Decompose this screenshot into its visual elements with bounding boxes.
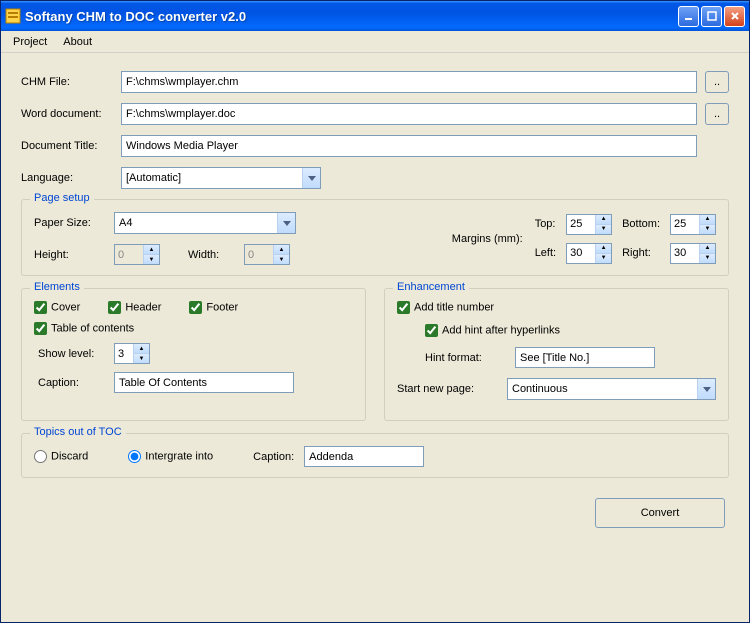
integrate-radio[interactable]	[128, 450, 141, 463]
chm-browse-button[interactable]: ..	[705, 71, 729, 93]
add-hint-checkbox[interactable]	[425, 324, 438, 337]
titlebar[interactable]: Softany CHM to DOC converter v2.0	[1, 1, 749, 31]
discard-radio-label[interactable]: Discard	[34, 450, 88, 463]
spin-down-icon[interactable]: ▼	[699, 254, 715, 263]
spin-down-icon[interactable]: ▼	[699, 225, 715, 234]
margin-left-input[interactable]	[567, 244, 595, 263]
header-checkbox-label[interactable]: Header	[108, 301, 161, 314]
maximize-button[interactable]	[701, 6, 722, 27]
spin-down-icon[interactable]: ▼	[595, 225, 611, 234]
width-spinner[interactable]: ▲▼	[244, 244, 290, 265]
toc-caption-input[interactable]	[114, 372, 294, 393]
paper-size-combo[interactable]: A4	[114, 212, 296, 234]
width-label: Width:	[188, 249, 236, 261]
menubar: Project About	[1, 31, 749, 53]
margin-left-spinner[interactable]: ▲▼	[566, 243, 612, 264]
start-new-page-label: Start new page:	[397, 383, 497, 395]
spin-up-icon[interactable]: ▲	[595, 215, 611, 225]
elements-group: Elements Cover Header Footer Table of co…	[21, 288, 366, 421]
spin-down-icon[interactable]: ▼	[595, 254, 611, 263]
hint-format-input[interactable]	[515, 347, 655, 368]
chevron-down-icon	[277, 213, 295, 233]
spin-down-icon[interactable]: ▼	[143, 255, 159, 264]
page-setup-legend: Page setup	[30, 192, 94, 204]
convert-button[interactable]: Convert	[595, 498, 725, 528]
height-input[interactable]	[115, 245, 143, 264]
margin-top-spinner[interactable]: ▲▼	[566, 214, 612, 235]
topics-out-legend: Topics out of TOC	[30, 426, 126, 438]
integrate-radio-label[interactable]: Intergrate into	[128, 450, 213, 463]
width-input[interactable]	[245, 245, 273, 264]
add-title-num-label[interactable]: Add title number	[397, 301, 494, 314]
language-combo[interactable]: [Automatic]	[121, 167, 321, 189]
show-level-spinner[interactable]: ▲▼	[114, 343, 150, 364]
margin-right-input[interactable]	[671, 244, 699, 263]
spin-up-icon[interactable]: ▲	[133, 344, 149, 354]
enhancement-group: Enhancement Add title number Add hint af…	[384, 288, 729, 421]
menu-about[interactable]: About	[55, 34, 100, 50]
footer-checkbox[interactable]	[189, 301, 202, 314]
header-checkbox[interactable]	[108, 301, 121, 314]
app-icon	[5, 8, 21, 24]
window-title: Softany CHM to DOC converter v2.0	[25, 9, 678, 24]
start-new-page-value: Continuous	[508, 383, 697, 395]
margins-label: Margins (mm):	[452, 233, 523, 245]
discard-radio[interactable]	[34, 450, 47, 463]
margin-bottom-label: Bottom:	[622, 218, 660, 230]
word-browse-button[interactable]: ..	[705, 103, 729, 125]
hint-format-label: Hint format:	[425, 352, 505, 364]
spin-up-icon[interactable]: ▲	[699, 244, 715, 254]
spin-up-icon[interactable]: ▲	[699, 215, 715, 225]
margin-bottom-input[interactable]	[671, 215, 699, 234]
cover-checkbox[interactable]	[34, 301, 47, 314]
topic-caption-label: Caption:	[253, 451, 294, 463]
content-area: CHM File: .. Word document: .. Document …	[1, 53, 749, 622]
window-buttons	[678, 6, 745, 27]
page-setup-group: Page setup Paper Size: A4 Height: ▲▼ Wid…	[21, 199, 729, 276]
start-new-page-combo[interactable]: Continuous	[507, 378, 716, 400]
elements-legend: Elements	[30, 281, 84, 293]
show-level-label: Show level:	[34, 348, 104, 360]
height-label: Height:	[34, 249, 106, 261]
margin-top-label: Top:	[535, 218, 556, 230]
minimize-button[interactable]	[678, 6, 699, 27]
chevron-down-icon	[697, 379, 715, 399]
spin-up-icon[interactable]: ▲	[143, 245, 159, 255]
toc-checkbox-label[interactable]: Table of contents	[34, 322, 134, 335]
spin-up-icon[interactable]: ▲	[273, 245, 289, 255]
margin-right-label: Right:	[622, 247, 660, 259]
language-value: [Automatic]	[122, 172, 302, 184]
chm-file-label: CHM File:	[21, 76, 121, 88]
toc-checkbox[interactable]	[34, 322, 47, 335]
doc-title-input[interactable]	[121, 135, 697, 157]
word-doc-input[interactable]	[121, 103, 697, 125]
add-title-num-checkbox[interactable]	[397, 301, 410, 314]
toc-caption-label: Caption:	[34, 377, 104, 389]
doc-title-label: Document Title:	[21, 140, 121, 152]
margin-bottom-spinner[interactable]: ▲▼	[670, 214, 716, 235]
paper-size-value: A4	[115, 217, 277, 229]
close-button[interactable]	[724, 6, 745, 27]
margin-top-input[interactable]	[567, 215, 595, 234]
word-doc-label: Word document:	[21, 108, 121, 120]
language-label: Language:	[21, 172, 121, 184]
chm-file-input[interactable]	[121, 71, 697, 93]
menu-project[interactable]: Project	[5, 34, 55, 50]
margin-right-spinner[interactable]: ▲▼	[670, 243, 716, 264]
paper-size-label: Paper Size:	[34, 217, 106, 229]
topics-out-group: Topics out of TOC Discard Intergrate int…	[21, 433, 729, 478]
topic-caption-input[interactable]	[304, 446, 424, 467]
chevron-down-icon	[302, 168, 320, 188]
app-window: Softany CHM to DOC converter v2.0 Projec…	[0, 0, 750, 623]
cover-checkbox-label[interactable]: Cover	[34, 301, 80, 314]
spin-up-icon[interactable]: ▲	[595, 244, 611, 254]
spin-down-icon[interactable]: ▼	[273, 255, 289, 264]
enhancement-legend: Enhancement	[393, 281, 469, 293]
footer-checkbox-label[interactable]: Footer	[189, 301, 238, 314]
show-level-input[interactable]	[115, 344, 133, 363]
add-hint-label[interactable]: Add hint after hyperlinks	[425, 324, 560, 337]
height-spinner[interactable]: ▲▼	[114, 244, 160, 265]
margin-left-label: Left:	[535, 247, 556, 259]
spin-down-icon[interactable]: ▼	[133, 354, 149, 363]
